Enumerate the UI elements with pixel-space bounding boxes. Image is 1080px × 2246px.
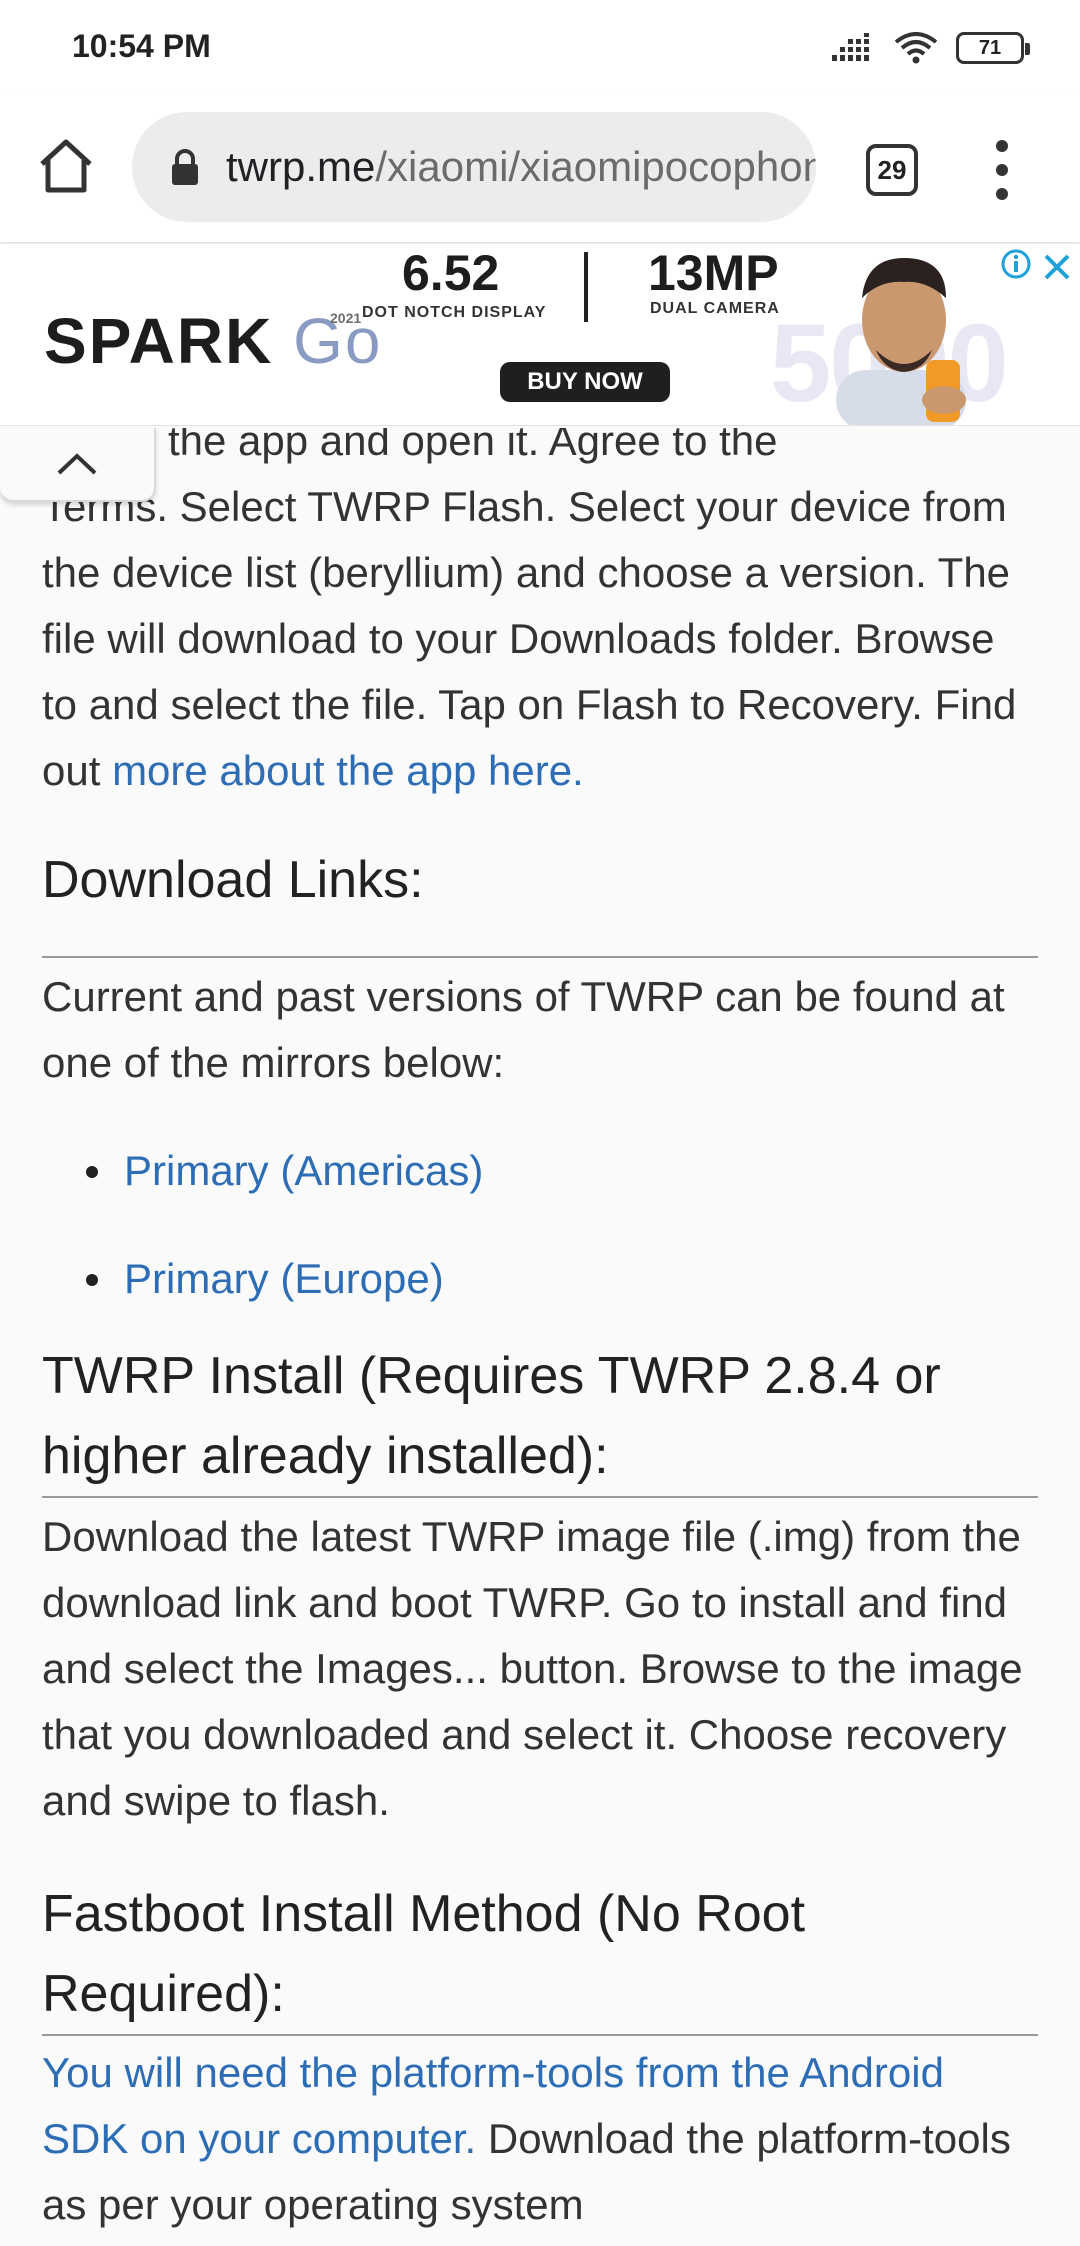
ad-info-icon[interactable] (1000, 248, 1032, 280)
more-menu-icon[interactable] (990, 140, 1014, 200)
page-content: the app and open it. Agree to the Terms.… (0, 428, 1080, 2246)
ad-person-image (836, 258, 966, 425)
heading-rule (42, 1496, 1038, 1498)
heading-rule (42, 2034, 1038, 2036)
mirror-link-europe[interactable]: Primary (Europe) (86, 1246, 1040, 1312)
ad-banner[interactable]: SPARK Go 2021 6.52 DOT NOTCH DISPLAY 13M… (0, 244, 1080, 426)
fastboot-paragraph: You will need the platform-tools from th… (42, 2040, 1040, 2238)
ad-spec-display-value: 6.52 (402, 245, 500, 301)
url-domain: twrp.me (226, 143, 376, 190)
tab-switcher-button[interactable]: 29 (866, 144, 918, 196)
url-text: twrp.me/xiaomi/xiaomipocophone (226, 143, 816, 191)
ad-spec-display-label: DOT NOTCH DISPLAY (362, 304, 547, 321)
fastboot-heading: Fastboot Install Method (No Root Require… (42, 1885, 806, 2023)
wifi-icon (894, 32, 938, 64)
status-time: 10:54 PM (72, 28, 211, 64)
twrp-install-heading: TWRP Install (Requires TWRP 2.8.4 or hig… (42, 1347, 941, 1485)
ad-close-icon[interactable] (1042, 252, 1072, 282)
ad-spec-camera-label: DUAL CAMERA (650, 300, 780, 317)
status-icons: 71 (832, 28, 1030, 68)
mirror-list: Primary (Americas) Primary (Europe) (86, 1138, 1040, 1312)
status-bar: 10:54 PM 71 (0, 0, 1080, 96)
mirror-link-americas[interactable]: Primary (Americas) (86, 1138, 1040, 1204)
ad-buy-now-button[interactable]: BUY NOW (500, 362, 670, 402)
ad-brand: SPARK (44, 305, 274, 377)
scroll-top-button[interactable] (0, 428, 156, 502)
ad-divider (584, 252, 588, 322)
twrp-install-text: Download the latest TWRP image file (.im… (42, 1513, 1023, 1824)
heading-rule (42, 956, 1038, 958)
intro-paragraph: Terms. Select TWRP Flash. Select your de… (42, 474, 1040, 804)
article-body: the app and open it. Agree to the Terms.… (42, 428, 1040, 2238)
url-path: /xiaomi/xiaomipocophone (375, 143, 816, 190)
ad-spec-camera-value: 13MP (648, 245, 779, 301)
lock-icon (172, 149, 198, 185)
signal-icon (832, 33, 869, 61)
download-links-heading: Download Links: (42, 851, 424, 909)
ad-brand-logo: SPARK Go 2021 (44, 304, 382, 378)
chevron-up-icon (57, 453, 97, 475)
home-icon[interactable] (34, 134, 98, 198)
battery-icon: 71 (956, 32, 1030, 64)
browser-toolbar: twrp.me/xiaomi/xiaomipocophone 29 (0, 96, 1080, 242)
battery-level: 71 (978, 36, 1002, 59)
intro-partial-line: the app and open it. Agree to the (168, 428, 778, 464)
url-bar[interactable]: twrp.me/xiaomi/xiaomipocophone (132, 112, 816, 222)
ad-year: 2021 (330, 310, 362, 326)
download-text: Current and past versions of TWRP can be… (42, 973, 1005, 1086)
app-info-link[interactable]: more about the app here. (112, 747, 584, 794)
